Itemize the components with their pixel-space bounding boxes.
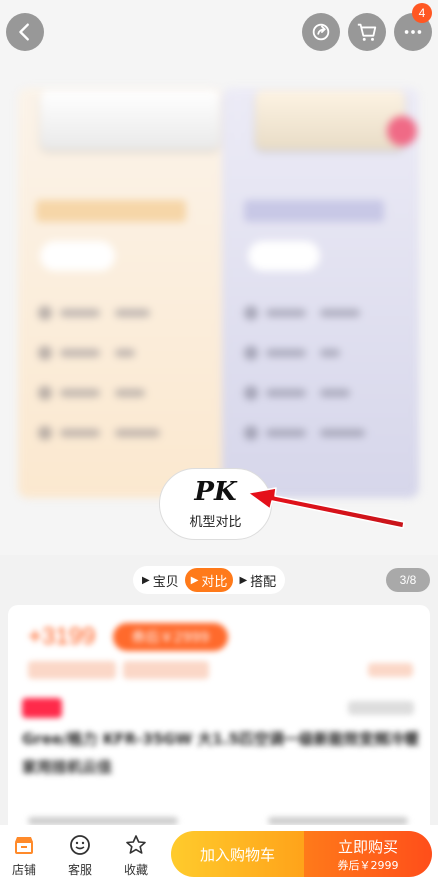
blur-dot	[38, 386, 52, 400]
buy-now-label: 立即购买	[337, 837, 398, 856]
blur-tag	[28, 661, 116, 679]
pk-label: 机型对比	[189, 514, 242, 530]
gallery-tabs: ▶ 宝贝 ▶ 对比 ▶ 搭配	[133, 566, 286, 594]
blur-tag	[244, 200, 384, 222]
blur-dot	[38, 306, 52, 320]
blur-line	[115, 349, 135, 357]
air-conditioner-image-left	[40, 90, 220, 150]
service-label: 客服	[67, 863, 92, 877]
tab-compare[interactable]: ▶ 对比	[184, 568, 234, 592]
blur-line	[266, 389, 306, 397]
tab-baby[interactable]: ▶ 宝贝	[136, 568, 185, 592]
tab-label: 宝贝	[152, 574, 179, 590]
blur-tag	[123, 661, 209, 679]
product-title: Gree/格力 KFR-35GW 大1.5匹空调一级新能效变频冷暖家用挂机云佳	[22, 730, 419, 776]
blur-line	[266, 309, 306, 317]
chat-smile-icon	[70, 835, 90, 855]
product-info-card: +3199 券后￥2999 Gree/格力 KFR-35GW 大1.5匹空调一级…	[8, 605, 430, 835]
blur-line	[60, 389, 100, 397]
cart-button[interactable]	[348, 13, 386, 51]
blur-line	[60, 349, 100, 357]
favorite-label: 收藏	[123, 863, 148, 877]
back-button[interactable]	[6, 13, 44, 51]
blur-pill	[40, 241, 115, 271]
model-compare-button[interactable]: PK 机型对比	[159, 468, 272, 540]
air-conditioner-image-right	[255, 90, 405, 150]
blur-line	[320, 309, 360, 317]
product-detail-page: 4 PK 机型对比 ▶ 宝贝 ▶ 对比 ▶ 搭配 3/8 +3199 券后￥2999	[0, 0, 438, 886]
star-icon	[126, 835, 146, 854]
pink-badge-icon	[387, 116, 417, 146]
product-price: +3199	[28, 623, 96, 650]
tab-label: 搭配	[250, 574, 277, 590]
buy-now-button[interactable]: 立即购买 券后￥2999	[304, 831, 432, 877]
blur-line	[60, 429, 100, 437]
store-icon	[15, 837, 33, 854]
blur-line	[266, 429, 306, 437]
play-icon: ▶	[190, 574, 199, 586]
cart-count-badge: 4	[412, 3, 432, 23]
blur-tag	[36, 200, 186, 222]
play-icon: ▶	[239, 574, 248, 586]
add-to-cart-button[interactable]: 加入购物车	[171, 831, 304, 877]
blur-line	[60, 309, 100, 317]
tab-label: 对比	[201, 574, 228, 590]
blur-tag	[368, 663, 413, 677]
blur-dot	[244, 306, 258, 320]
blur-line	[320, 349, 340, 357]
store-label: 店铺	[11, 863, 36, 877]
customer-service-button[interactable]: 客服	[58, 833, 102, 878]
buy-now-price: 券后￥2999	[337, 858, 399, 872]
favorite-button[interactable]: 收藏	[114, 833, 158, 878]
tab-match[interactable]: ▶ 搭配	[233, 568, 282, 592]
chevron-left-icon	[19, 23, 29, 41]
blur-line	[268, 817, 408, 825]
blur-line	[28, 817, 178, 825]
pk-logo: PK	[194, 476, 237, 507]
blur-dot	[244, 426, 258, 440]
share-button[interactable]	[302, 13, 340, 51]
product-tag	[22, 698, 62, 718]
store-button[interactable]: 店铺	[2, 833, 46, 878]
blur-line	[320, 429, 365, 437]
blur-dot	[244, 386, 258, 400]
bottom-action-bar: 店铺 客服 收藏 加入购物车 立即购买 券后￥2999	[0, 825, 438, 886]
blur-dot	[244, 346, 258, 360]
blur-dot	[38, 346, 52, 360]
blur-tag	[348, 701, 414, 715]
blur-pill	[248, 241, 320, 271]
blur-line	[115, 389, 145, 397]
blur-line	[320, 389, 350, 397]
image-counter: 3/8	[386, 568, 430, 592]
cart-icon	[357, 23, 377, 41]
blur-line	[266, 349, 306, 357]
blurred-product-info: +3199 券后￥2999 Gree/格力 KFR-35GW 大1.5匹空调一级…	[8, 605, 430, 835]
blur-line	[115, 309, 150, 317]
more-icon	[404, 30, 422, 34]
share-icon	[312, 23, 330, 41]
play-icon: ▶	[142, 574, 150, 586]
blur-line	[115, 429, 160, 437]
price-badge: 券后￥2999	[113, 623, 228, 651]
blur-dot	[38, 426, 52, 440]
